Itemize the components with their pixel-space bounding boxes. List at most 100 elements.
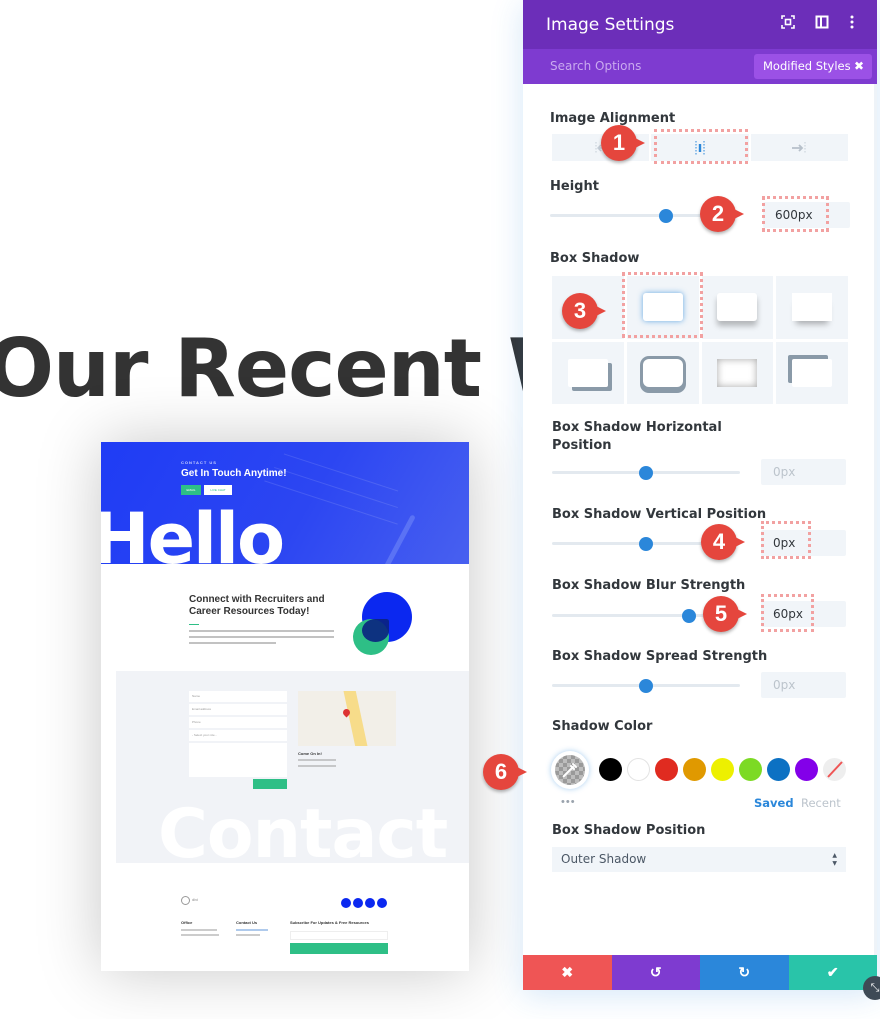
facebook-icon	[341, 898, 351, 908]
shadow-preset-none[interactable]	[552, 276, 624, 339]
saved-colors-tab[interactable]: Saved	[754, 796, 794, 810]
select-arrows-icon: ▲ ▼	[832, 852, 837, 867]
swatch-orange[interactable]	[683, 758, 706, 781]
footer-text-line	[181, 929, 217, 931]
select-value: Outer Shadow	[561, 852, 647, 866]
focus-icon[interactable]	[780, 15, 796, 33]
shadow-preset-inset[interactable]	[701, 341, 774, 404]
shadow-preset-top-left[interactable]	[776, 341, 848, 404]
shadow-vertical-input[interactable]: 0px	[761, 530, 846, 556]
search-options-input[interactable]: Search Options	[550, 59, 641, 73]
swatch-purple[interactable]	[795, 758, 818, 781]
shadow-preset-border[interactable]	[626, 341, 699, 404]
align-left-button[interactable]	[552, 134, 650, 161]
shadow-preset-offset[interactable]	[552, 341, 624, 404]
panel-scrollbar[interactable]	[874, 84, 877, 955]
shadow-spread-slider[interactable]	[552, 678, 740, 693]
undo-button[interactable]: ↺	[611, 955, 700, 990]
shadow-vertical-knob[interactable]	[639, 536, 653, 551]
circle-overlap	[362, 619, 389, 642]
height-slider-knob[interactable]	[658, 208, 673, 223]
height-slider[interactable]	[550, 208, 740, 223]
logo-text: divi	[192, 897, 199, 902]
shadow-color-label: Shadow Color	[552, 719, 653, 734]
shadow-vertical-slider[interactable]	[552, 536, 740, 551]
box-shadow-label: Box Shadow	[550, 251, 640, 266]
preset-preview	[642, 358, 683, 387]
panel-search-bar: Search Options Modified Styles ✖	[523, 49, 877, 84]
shadow-spread-input[interactable]: 0px	[761, 672, 846, 698]
height-label: Height	[550, 179, 599, 194]
box-shadow-presets	[552, 276, 848, 404]
redo-button[interactable]: ↻	[700, 955, 789, 990]
shadow-horizontal-slider[interactable]	[552, 465, 740, 480]
shadow-spread-knob[interactable]	[639, 678, 653, 693]
shadow-preset-bottom-soft[interactable]	[776, 276, 848, 339]
split-view-icon[interactable]	[814, 15, 830, 33]
paper-line	[283, 453, 399, 492]
footer-text-line	[181, 934, 219, 936]
swatch-red[interactable]	[655, 758, 678, 781]
divi-logo-icon	[181, 896, 190, 905]
footer-subscribe-button	[290, 943, 388, 954]
map-embed	[298, 691, 396, 746]
footer-heading: Contact Us	[236, 920, 258, 925]
image-alignment-control	[552, 134, 848, 161]
panel-title: Image Settings	[546, 15, 675, 35]
shadow-position-select[interactable]: Outer Shadow ▲ ▼	[552, 847, 846, 872]
panel-footer-actions: ✖ ↺ ↻ ✔	[523, 955, 877, 990]
preview-footer: divi Office Contact Us Subscribe For Upd…	[101, 863, 469, 971]
shadow-blur-slider[interactable]	[552, 608, 740, 623]
form-message	[189, 743, 287, 777]
swatch-green[interactable]	[739, 758, 762, 781]
footer-heading: Subscribe For Updates & Free Resources	[290, 920, 369, 925]
swatch-white[interactable]	[627, 758, 650, 781]
close-icon[interactable]: ✖	[854, 54, 864, 79]
shadow-preset-glow[interactable]	[626, 276, 699, 339]
recent-colors-tab[interactable]: Recent	[801, 796, 841, 810]
modified-styles-filter[interactable]: Modified Styles ✖	[754, 54, 872, 79]
shadow-preset-bottom[interactable]	[701, 276, 774, 339]
align-left-icon	[595, 141, 606, 154]
shadow-position-label: Box Shadow Position	[552, 823, 706, 838]
shadow-vertical-label: Box Shadow Vertical Position	[552, 507, 767, 522]
shadow-horizontal-label: Box Shadow Horizontal Position	[552, 420, 722, 453]
footer-text-line	[236, 934, 260, 936]
resize-handle-icon[interactable]: ⤡	[863, 976, 880, 1000]
swatch-blue[interactable]	[767, 758, 790, 781]
field-placeholder: Phone	[192, 720, 201, 724]
image-preview[interactable]: CONTACT US Get In Touch Anytime! EMAIL L…	[101, 442, 469, 971]
shadow-blur-knob[interactable]	[682, 608, 697, 623]
map-title: Come On In!	[298, 751, 322, 756]
discard-button[interactable]: ✖	[523, 955, 612, 990]
preset-preview	[642, 293, 683, 322]
shadow-horizontal-knob[interactable]	[639, 465, 653, 480]
hero-big-text: Hello	[101, 498, 285, 564]
connect-divider	[189, 624, 199, 625]
image-settings-panel: Image Settings Search Options Modified S…	[523, 0, 877, 990]
swatch-clear-icon[interactable]	[823, 758, 846, 781]
image-alignment-label: Image Alignment	[550, 111, 676, 126]
color-picker-button[interactable]	[551, 751, 589, 789]
align-center-button[interactable]	[651, 134, 749, 161]
form-field-role: - Select your role -	[189, 730, 287, 741]
form-field-name: Name	[189, 691, 287, 702]
more-colors-button[interactable]: •••	[561, 796, 576, 808]
preset-preview	[792, 293, 833, 322]
shadow-color-swatches	[551, 750, 851, 790]
height-input[interactable]: 600px	[763, 202, 850, 228]
youtube-icon	[365, 898, 375, 908]
twitter-icon	[353, 898, 363, 908]
preview-contact-section: Contact Name Email address Phone - Selec…	[116, 671, 469, 863]
align-right-button[interactable]	[750, 134, 848, 161]
field-placeholder: Name	[192, 694, 201, 698]
shadow-blur-input[interactable]: 60px	[761, 601, 846, 627]
swatch-yellow[interactable]	[711, 758, 734, 781]
shadow-horizontal-input[interactable]: 0px	[761, 459, 846, 485]
align-center-icon	[695, 140, 705, 155]
preset-preview	[567, 358, 608, 387]
panel-header: Image Settings	[523, 0, 877, 49]
more-vertical-icon[interactable]	[844, 15, 860, 33]
swatch-black[interactable]	[599, 758, 622, 781]
linkedin-icon	[377, 898, 387, 908]
